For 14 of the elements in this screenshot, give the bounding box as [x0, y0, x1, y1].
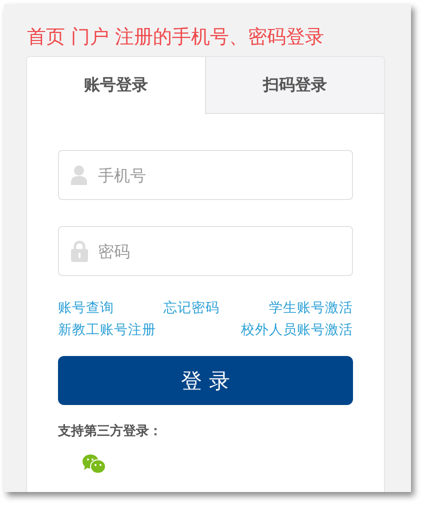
third-party-label: 支持第三方登录：: [58, 422, 163, 440]
password-field[interactable]: 密码: [58, 226, 353, 276]
text-link[interactable]: 校外人员账号激活: [241, 320, 353, 340]
wechat-icon[interactable]: [82, 454, 106, 474]
text-link[interactable]: 新教工账号注册: [58, 320, 156, 340]
phone-field[interactable]: 手机号: [58, 150, 353, 200]
person-icon: [71, 165, 87, 185]
text-link[interactable]: 忘记密码: [164, 298, 220, 318]
login-tab[interactable]: 扫码登录: [205, 57, 384, 114]
page-heading: 首页 门户 注册的手机号、密码登录: [27, 25, 326, 49]
login-button[interactable]: 登 录: [58, 356, 353, 405]
text-link[interactable]: 账号查询: [58, 298, 114, 318]
text-link[interactable]: 学生账号激活: [269, 298, 353, 318]
lock-icon: [71, 240, 88, 262]
